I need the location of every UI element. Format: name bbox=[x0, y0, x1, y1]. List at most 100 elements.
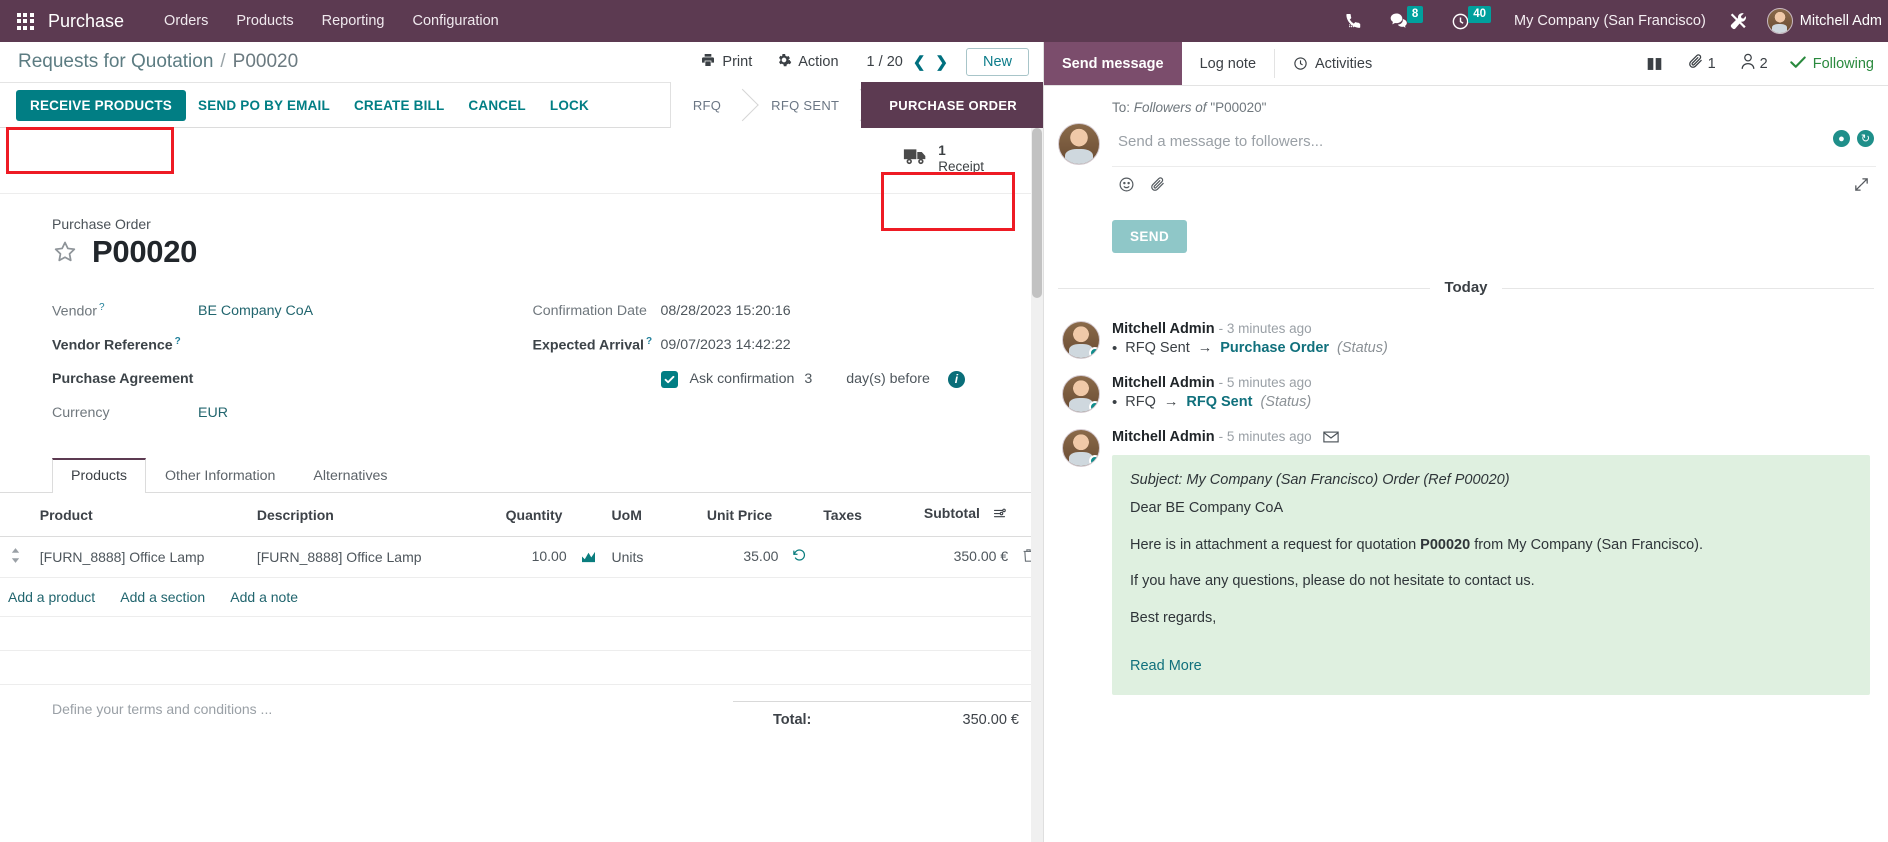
help-icon[interactable]: ? bbox=[646, 336, 652, 347]
star-icon[interactable] bbox=[52, 239, 78, 265]
info-icon[interactable]: i bbox=[947, 370, 965, 388]
cell-uom[interactable]: Units bbox=[603, 536, 699, 578]
arrow-icon: → bbox=[1163, 394, 1179, 410]
chevron-left-icon[interactable]: ❮ bbox=[913, 53, 926, 71]
field-expected-arrival-value[interactable]: 09/07/2023 14:42:22 bbox=[661, 337, 791, 353]
paperclip-icon[interactable] bbox=[1149, 176, 1166, 197]
following-button[interactable]: Following bbox=[1780, 55, 1884, 73]
cell-subtotal: 350.00 € bbox=[915, 536, 1043, 578]
add-a-note-link[interactable]: Add a note bbox=[230, 589, 298, 605]
refresh-icon[interactable]: ↻ bbox=[1857, 130, 1874, 147]
chevron-right-icon[interactable]: ❯ bbox=[935, 53, 948, 71]
add-a-product-link[interactable]: Add a product bbox=[8, 589, 95, 605]
statusbar: RFQ RFQ SENT PURCHASE ORDER bbox=[669, 82, 1043, 128]
status-purchase-order[interactable]: PURCHASE ORDER bbox=[861, 82, 1043, 128]
user-menu[interactable]: Mitchell Adm bbox=[1800, 13, 1882, 29]
send-button[interactable]: SEND bbox=[1112, 220, 1188, 253]
help-icon[interactable]: ? bbox=[175, 336, 181, 347]
user-avatar[interactable] bbox=[1766, 8, 1793, 34]
th-unit-price[interactable]: Unit Price bbox=[698, 493, 816, 537]
field-currency-value[interactable]: EUR bbox=[198, 405, 228, 421]
nav-menu-configuration[interactable]: Configuration bbox=[398, 13, 512, 29]
th-uom[interactable]: UoM bbox=[603, 493, 699, 537]
tab-alternatives[interactable]: Alternatives bbox=[294, 458, 406, 493]
tracking-to: Purchase Order bbox=[1220, 340, 1330, 356]
message-input[interactable]: Send a message to followers... bbox=[1112, 123, 1876, 166]
receive-products-button[interactable]: RECEIVE PRODUCTS bbox=[16, 89, 186, 121]
activities-button[interactable]: 40 bbox=[1451, 5, 1493, 31]
th-description[interactable]: Description bbox=[248, 493, 498, 537]
apps-menu-button[interactable] bbox=[8, 12, 42, 30]
date-separator: Today bbox=[1044, 279, 1888, 297]
lock-button[interactable]: LOCK bbox=[538, 90, 601, 121]
expand-icon[interactable] bbox=[1853, 176, 1870, 197]
form-scrollbar[interactable] bbox=[1031, 128, 1043, 842]
field-expected-arrival-label: Expected Arrival? bbox=[532, 336, 653, 354]
tab-activities[interactable]: Activities bbox=[1275, 42, 1390, 85]
notebook-tabs: Products Other Information Alternatives bbox=[0, 458, 1043, 493]
history-icon[interactable] bbox=[792, 548, 807, 566]
send-po-by-email-button[interactable]: SEND PO BY EMAIL bbox=[186, 90, 342, 121]
field-vendor-value[interactable]: BE Company CoA bbox=[198, 303, 313, 319]
forecast-icon[interactable] bbox=[581, 550, 596, 566]
sheet-label: Purchase Order bbox=[52, 216, 151, 232]
app-brand[interactable]: Purchase bbox=[48, 11, 124, 32]
tab-log-note[interactable]: Log note bbox=[1182, 42, 1274, 85]
ask-confirmation-days[interactable]: 3 bbox=[804, 371, 812, 387]
list-item: Mitchell Admin - 5 minutes ago • RFQ → R… bbox=[1044, 369, 1888, 423]
book-icon[interactable] bbox=[1634, 56, 1675, 72]
cell-unit-price[interactable]: 35.00 bbox=[698, 536, 816, 578]
terms-and-conditions-input[interactable]: Define your terms and conditions ... bbox=[52, 701, 733, 717]
receipt-smart-button[interactable]: 1 Receipt bbox=[889, 136, 998, 181]
composer-side-icons: ● ↻ bbox=[1833, 130, 1874, 147]
action-button[interactable]: Action bbox=[764, 52, 850, 72]
company-switcher[interactable]: My Company (San Francisco) bbox=[1514, 13, 1706, 29]
tab-other-information[interactable]: Other Information bbox=[146, 458, 294, 493]
status-rfq-sent[interactable]: RFQ SENT bbox=[743, 82, 862, 128]
th-quantity[interactable]: Quantity bbox=[497, 493, 604, 537]
cell-description[interactable]: [FURN_8888] Office Lamp bbox=[248, 536, 498, 578]
nav-menu-reporting[interactable]: Reporting bbox=[308, 13, 399, 29]
tab-send-message[interactable]: Send message bbox=[1044, 42, 1182, 85]
ask-confirmation-checkbox[interactable] bbox=[660, 370, 678, 388]
top-navbar: Purchase Orders Products Reporting Confi… bbox=[0, 0, 1888, 42]
create-bill-button[interactable]: CREATE BILL bbox=[342, 90, 456, 121]
th-product[interactable]: Product bbox=[31, 493, 249, 537]
receipt-smart-button-text: 1 Receipt bbox=[938, 143, 984, 174]
bullet-icon: • bbox=[1112, 339, 1118, 357]
add-a-section-link[interactable]: Add a section bbox=[120, 589, 205, 605]
followers-button[interactable]: 2 bbox=[1728, 53, 1780, 74]
new-button[interactable]: New bbox=[965, 48, 1029, 76]
activities-badge: 40 bbox=[1468, 5, 1492, 23]
th-taxes[interactable]: Taxes bbox=[815, 493, 916, 537]
cell-product[interactable]: [FURN_8888] Office Lamp bbox=[31, 536, 249, 578]
page-title: P00020 bbox=[92, 234, 198, 269]
read-more-link[interactable]: Read More bbox=[1130, 655, 1202, 678]
nav-menu-products[interactable]: Products bbox=[222, 13, 307, 29]
cell-quantity[interactable]: 10.00 bbox=[497, 536, 604, 578]
nav-menu-orders[interactable]: Orders bbox=[150, 13, 222, 29]
language-icon[interactable]: ● bbox=[1833, 130, 1850, 147]
attachments-button[interactable]: 1 bbox=[1675, 53, 1728, 74]
drag-handle-icon[interactable] bbox=[0, 536, 32, 578]
tools-icon[interactable] bbox=[1728, 11, 1749, 32]
emoji-icon[interactable] bbox=[1118, 176, 1135, 197]
messages-button[interactable]: 8 bbox=[1389, 5, 1425, 31]
cell-taxes[interactable] bbox=[815, 536, 916, 578]
table-row[interactable]: [FURN_8888] Office Lamp [FURN_8888] Offi… bbox=[0, 536, 1043, 578]
help-icon[interactable]: ? bbox=[99, 302, 105, 313]
phone-icon[interactable] bbox=[1344, 12, 1363, 31]
field-confirmation-date-value[interactable]: 08/28/2023 15:20:16 bbox=[661, 303, 791, 319]
tab-products[interactable]: Products bbox=[52, 458, 146, 493]
column-settings-icon[interactable] bbox=[992, 506, 1007, 524]
form-fields: Vendor? BE Company CoA Vendor Reference?… bbox=[52, 294, 1003, 430]
notebook: Products Other Information Alternatives … bbox=[0, 458, 1043, 728]
action-bar: RECEIVE PRODUCTS SEND PO BY EMAIL CREATE… bbox=[0, 82, 1043, 128]
breadcrumb-root[interactable]: Requests for Quotation bbox=[18, 51, 213, 73]
status-rfq[interactable]: RFQ bbox=[670, 82, 744, 128]
field-vendor: Vendor? BE Company CoA bbox=[52, 294, 523, 328]
scrollbar-thumb[interactable] bbox=[1032, 128, 1042, 298]
cancel-button[interactable]: CANCEL bbox=[456, 90, 537, 121]
order-lines-body: [FURN_8888] Office Lamp [FURN_8888] Offi… bbox=[0, 536, 1043, 685]
print-button[interactable]: Print bbox=[688, 52, 764, 72]
